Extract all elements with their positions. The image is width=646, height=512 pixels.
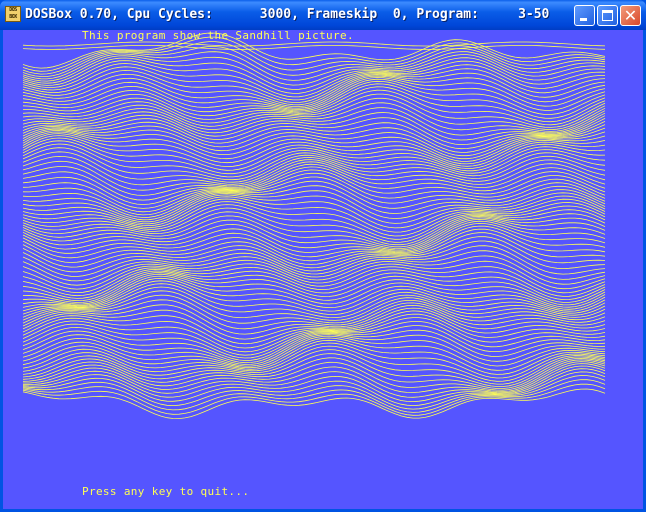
sandhill-line [22, 45, 606, 50]
close-button[interactable]: ✕ [620, 5, 641, 26]
sandhill-line [22, 345, 606, 382]
sandhill-line [22, 211, 606, 246]
sandhill-line [22, 250, 606, 282]
sandhill-line [22, 325, 606, 359]
sandhill-line [22, 335, 606, 367]
dosbox-window: DOS BOX DOSBox 0.70, Cpu Cycles: 3000, F… [0, 0, 646, 512]
dos-screen[interactable]: This program show the Sandhill picture. … [3, 30, 643, 509]
sandhill-line [22, 63, 606, 98]
sandhill-picture [22, 32, 606, 420]
maximize-button[interactable] [597, 5, 618, 26]
sandhill-line [22, 147, 606, 181]
maximize-icon [602, 10, 613, 21]
sandhill-lines [22, 32, 606, 420]
sandhill-line [22, 349, 606, 385]
dosbox-app-icon[interactable]: DOS BOX [5, 6, 21, 22]
sandhill-line [22, 379, 606, 413]
minimize-button[interactable] [574, 5, 595, 26]
window-title: DOSBox 0.70, Cpu Cycles: 3000, Frameskip… [25, 7, 550, 22]
sandhill-line [22, 222, 606, 253]
sandhill-line [22, 245, 606, 277]
sandhill-line [22, 169, 606, 205]
quit-prompt: Press any key to quit... [82, 485, 250, 498]
title-bar[interactable]: DOS BOX DOSBox 0.70, Cpu Cycles: 3000, F… [0, 0, 646, 30]
close-icon: ✕ [623, 6, 638, 25]
sandhill-line [22, 194, 606, 224]
sandhill-line [22, 201, 606, 237]
minimize-icon [580, 18, 587, 21]
sandhill-line [22, 83, 606, 119]
